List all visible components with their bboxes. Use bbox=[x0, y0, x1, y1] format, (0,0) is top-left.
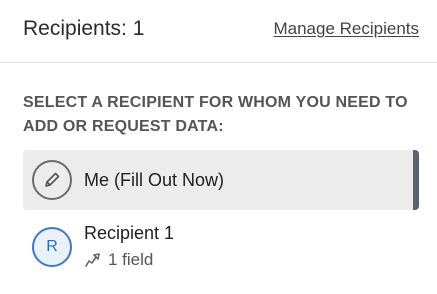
option-label-recipient-1: Recipient 1 bbox=[84, 223, 175, 243]
field-count: 1 field bbox=[84, 250, 153, 270]
recipient-option-1[interactable]: R Recipient 1 1 field bbox=[23, 215, 419, 275]
send-arrow-icon bbox=[84, 252, 102, 268]
header: Recipients: 1 Manage Recipients bbox=[0, 0, 437, 63]
instruction-text: SELECT A RECIPIENT FOR WHOM YOU NEED TO … bbox=[23, 94, 408, 135]
recipient-option-me[interactable]: Me (Fill Out Now) bbox=[23, 150, 419, 210]
option-label-me: Me (Fill Out Now) bbox=[84, 170, 225, 190]
recipients-count-title: Recipients: 1 bbox=[23, 17, 145, 40]
pencil-icon bbox=[32, 160, 72, 200]
recipient-avatar: R bbox=[32, 227, 72, 267]
field-count-text: 1 field bbox=[108, 250, 154, 269]
manage-recipients-link[interactable]: Manage Recipients bbox=[273, 19, 419, 39]
